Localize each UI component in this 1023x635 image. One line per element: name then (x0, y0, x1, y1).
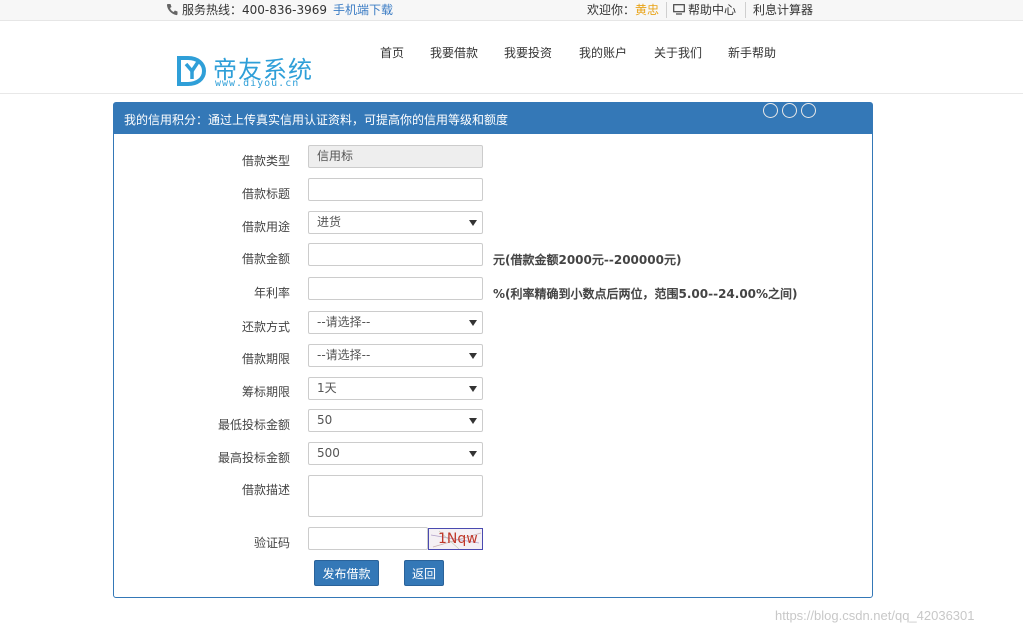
publish-loan-button[interactable]: 发布借款 (314, 560, 379, 586)
back-button[interactable]: 返回 (404, 560, 444, 586)
max-invest-select[interactable]: 500 (308, 442, 483, 465)
service-hotline: 服务热线：400-836-3969 (182, 3, 328, 17)
phone-icon (166, 4, 178, 16)
interest-calculator-link[interactable]: 利息计算器 (753, 2, 813, 18)
annual-rate-label: 年利率 (253, 286, 290, 300)
nav-my-account[interactable]: 我的账户 (579, 44, 627, 62)
watermark: https://blog.csdn.net/qq_42036301 (775, 608, 975, 623)
description-label: 借款描述 (241, 483, 290, 497)
annual-rate-input[interactable] (308, 277, 483, 300)
loan-type-label: 借款类型 (241, 154, 290, 168)
welcome-text: 欢迎你：黄忠 (587, 2, 659, 18)
panel-title: 我的信用积分：通过上传真实信用认证资料，可提高你的信用等级和额度 (124, 113, 509, 127)
raise-period-label: 筹标期限 (241, 385, 290, 399)
nav-about-us[interactable]: 关于我们 (654, 44, 702, 62)
max-invest-label: 最高投标金额 (217, 451, 290, 465)
loan-period-select[interactable]: --请选择-- (308, 344, 483, 367)
nav-borrow[interactable]: 我要借款 (430, 44, 478, 62)
min-invest-label: 最低投标金额 (217, 418, 290, 432)
site-logo[interactable]: 帝友系统 www.diyou.cn (170, 48, 320, 92)
monitor-icon (673, 4, 685, 15)
captcha-label: 验证码 (253, 536, 290, 550)
repay-method-label: 还款方式 (241, 320, 290, 334)
captcha-code: 1Nqw (438, 531, 478, 547)
nav-home[interactable]: 首页 (380, 44, 404, 62)
loan-purpose-select[interactable]: 进货 (308, 211, 483, 234)
min-invest-select[interactable]: 50 (308, 409, 483, 432)
captcha-input[interactable] (308, 527, 428, 550)
circle-icon (763, 103, 778, 118)
captcha-image[interactable]: 1Nqw (428, 528, 483, 550)
panel-header: 我的信用积分：通过上传真实信用认证资料，可提高你的信用等级和额度 (114, 103, 872, 134)
raise-period-select[interactable]: 1天 (308, 377, 483, 400)
repay-method-select[interactable]: --请选择-- (308, 311, 483, 334)
loan-type-field: 信用标 (308, 145, 483, 168)
logo-url: www.diyou.cn (215, 78, 300, 89)
annual-rate-hint: %(利率精确到小数点后两位，范围5.00--24.00%之间) (493, 287, 798, 301)
circle-icon (801, 103, 816, 118)
loan-purpose-label: 借款用途 (241, 220, 290, 234)
top-bar: 服务热线：400-836-3969 手机端下载 欢迎你：黄忠 帮助中心 利息计算… (0, 0, 1023, 21)
description-textarea[interactable] (308, 475, 483, 517)
site-header: 帝友系统 www.diyou.cn 首页 我要借款 我要投资 我的账户 关于我们… (0, 22, 1023, 94)
loan-amount-hint: 元(借款金额2000元--200000元) (493, 253, 682, 267)
circle-icon (782, 103, 797, 118)
loan-form-panel: 我的信用积分：通过上传真实信用认证资料，可提高你的信用等级和额度 借款类型 信用… (113, 102, 873, 598)
welcome-prefix: 欢迎你： (587, 3, 636, 17)
loan-amount-input[interactable] (308, 243, 483, 266)
logo-mark-icon (177, 56, 207, 86)
divider (745, 2, 746, 18)
nav-invest[interactable]: 我要投资 (504, 44, 552, 62)
nav-beginner-help[interactable]: 新手帮助 (728, 44, 776, 62)
divider (666, 2, 667, 18)
loan-title-label: 借款标题 (241, 187, 290, 201)
app-download-link[interactable]: 手机端下载 (333, 2, 393, 18)
loan-title-input[interactable] (308, 178, 483, 201)
loan-period-label: 借款期限 (241, 352, 290, 366)
loan-amount-label: 借款金额 (241, 252, 290, 266)
username-link[interactable]: 黄忠 (635, 3, 659, 17)
help-center-link[interactable]: 帮助中心 (688, 2, 736, 18)
